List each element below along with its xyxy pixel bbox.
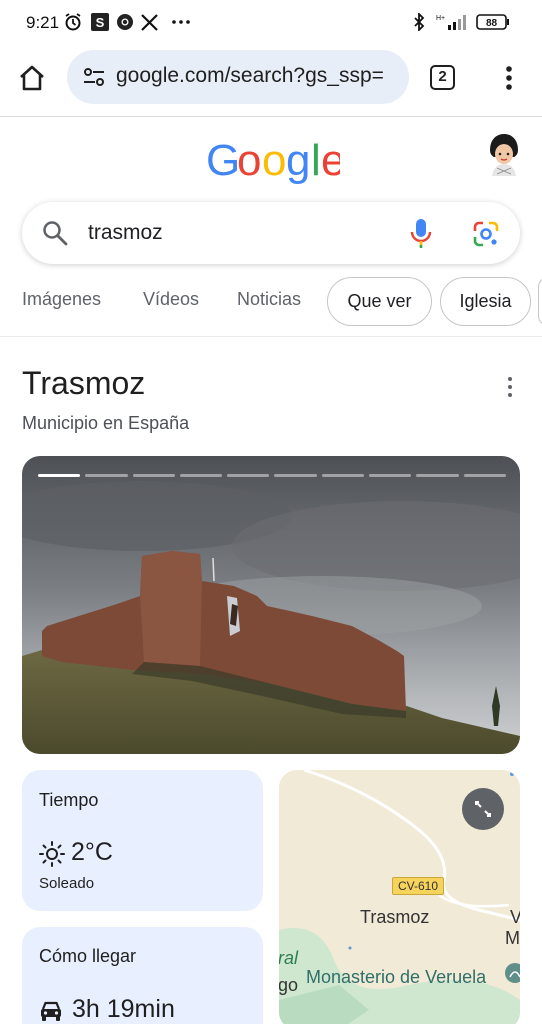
entity-title: Trasmoz: [22, 365, 146, 401]
carousel-segment: [179, 474, 223, 477]
svg-text:o: o: [262, 136, 286, 185]
chip-que-ver[interactable]: Que ver: [327, 277, 432, 326]
kebab-menu-icon: [506, 66, 512, 90]
svg-text:l: l: [311, 136, 321, 185]
svg-text:88: 88: [486, 18, 498, 29]
weather-condition: Soleado: [39, 875, 95, 892]
entity-more-button[interactable]: [506, 376, 514, 398]
account-avatar[interactable]: [484, 132, 524, 176]
directions-card[interactable]: Cómo llegar 3h 19min: [22, 927, 263, 1024]
image-carousel[interactable]: [22, 456, 520, 754]
map-edge-text: go: [279, 975, 299, 995]
battery-icon: 88: [476, 13, 510, 31]
alarm-icon: [64, 13, 82, 31]
tab-videos[interactable]: Vídeos: [143, 289, 199, 310]
svg-text:e: e: [321, 136, 340, 185]
chip-next-partial[interactable]: [538, 277, 542, 326]
carousel-segment: [369, 474, 412, 477]
tab-images[interactable]: Imágenes: [22, 289, 101, 310]
carousel-segment: [38, 474, 81, 477]
more-vert-icon: [508, 377, 512, 397]
weather-card-title: Tiempo: [39, 790, 99, 810]
tab-switcher-button[interactable]: 2: [430, 65, 455, 90]
home-button[interactable]: [17, 63, 47, 93]
map-edge-text: V: [510, 907, 520, 927]
carousel-segment: [227, 474, 270, 477]
x-app-icon: [141, 13, 158, 31]
search-icon: [42, 220, 68, 246]
chip-iglesia[interactable]: Iglesia: [440, 277, 531, 326]
weather-temperature: 2°C: [71, 838, 113, 866]
home-icon: [20, 65, 44, 91]
castle-photo: [22, 456, 520, 754]
url-text[interactable]: google.com/search?gs_ssp=: [116, 64, 384, 88]
map-poi-label[interactable]: Monasterio de Veruela: [306, 967, 486, 988]
road-label: CV-610: [392, 877, 445, 895]
status-time: 9:21: [26, 13, 60, 32]
toolbar-divider: [0, 116, 542, 117]
voice-search-icon[interactable]: [410, 218, 432, 250]
travel-duration: 3h 19min: [72, 995, 175, 1023]
google-logo[interactable]: G o o g l e: [200, 135, 345, 185]
carousel-segment: [416, 474, 459, 477]
map-card[interactable]: CV-610 Trasmoz Monasterio de Veruela ral…: [279, 770, 520, 1024]
svg-text:S: S: [96, 15, 105, 30]
svg-text:G: G: [206, 136, 240, 185]
tab-news[interactable]: Noticias: [237, 289, 301, 310]
site-settings-icon[interactable]: [83, 66, 105, 88]
address-bar[interactable]: google.com/search?gs_ssp=: [67, 50, 409, 104]
google-lens-icon[interactable]: [472, 220, 500, 248]
chrome-icon: [116, 13, 134, 31]
svg-text:g: g: [286, 136, 310, 185]
map-edge-text: ral: [279, 948, 299, 968]
browser-toolbar: google.com/search?gs_ssp= 2: [0, 44, 542, 114]
filters-divider: [0, 336, 542, 337]
s-app-icon: S: [91, 13, 109, 31]
browser-menu-button[interactable]: [500, 64, 518, 92]
bluetooth-icon: [411, 13, 427, 31]
carousel-progress: [38, 474, 506, 477]
carousel-segment: [463, 474, 506, 477]
sun-icon: [39, 841, 65, 867]
carousel-segment: [321, 474, 365, 477]
expand-map-button[interactable]: [462, 788, 504, 830]
map-town-label: Trasmoz: [360, 907, 430, 927]
carousel-segment: [85, 474, 128, 477]
entity-subtitle: Municipio en España: [22, 413, 190, 433]
signal-icon: H+: [436, 13, 470, 31]
weather-card[interactable]: Tiempo 2°C Soleado: [22, 770, 263, 911]
svg-text:o: o: [237, 136, 261, 185]
car-icon: [39, 1000, 63, 1022]
status-bar: 9:21 S H+ 88: [0, 0, 542, 44]
carousel-segment: [132, 474, 175, 477]
map-edge-text: M: [505, 928, 520, 948]
search-bar[interactable]: trasmoz: [22, 202, 520, 264]
search-input[interactable]: trasmoz: [88, 221, 163, 245]
more-notifications-icon: [171, 9, 191, 27]
search-filters: Imágenes Vídeos Noticias Que ver Iglesia: [0, 276, 542, 328]
directions-card-title: Cómo llegar: [39, 946, 137, 966]
expand-icon: [475, 801, 491, 817]
svg-text:H+: H+: [436, 15, 445, 22]
carousel-segment: [274, 474, 317, 477]
